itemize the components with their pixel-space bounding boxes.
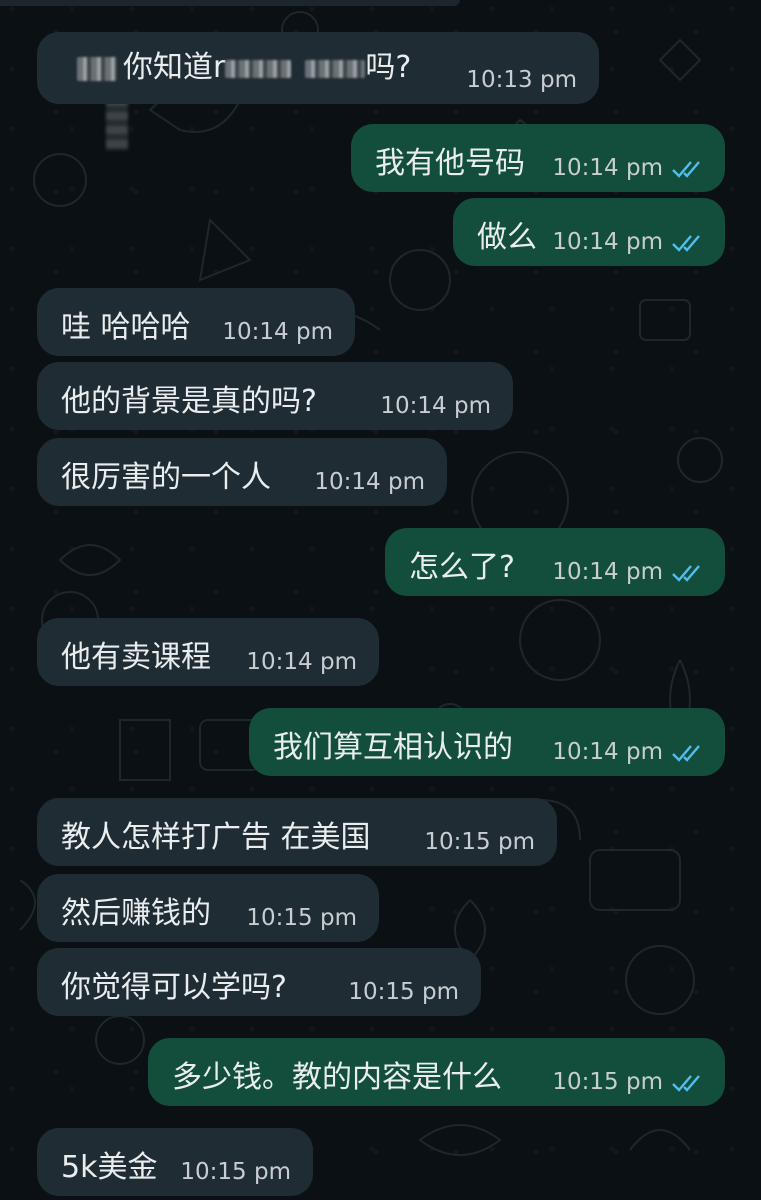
double-check-icon: [672, 160, 700, 178]
message-text: 哇 哈哈哈: [61, 310, 191, 345]
message-time: 10:14 pm: [314, 469, 425, 495]
message-time: 10:13 pm: [466, 67, 577, 93]
message-time: 10:15 pm: [180, 1159, 291, 1185]
incoming-message[interactable]: 5k美金 10:15 pm: [37, 1128, 313, 1196]
outgoing-message[interactable]: 多少钱。教的内容是什么 10:15 pm: [148, 1038, 725, 1106]
incoming-message[interactable]: 很厉害的一个人 10:14 pm: [37, 438, 447, 506]
message-time: 10:15 pm: [552, 1068, 705, 1096]
message-text: 他有卖课程: [61, 640, 211, 675]
redacted-fragment: [0, 0, 460, 6]
redacted-name: [225, 59, 292, 78]
message-text: 我有他号码: [375, 146, 525, 181]
outgoing-message[interactable]: 做么 10:14 pm: [453, 198, 725, 266]
message-time: 10:14 pm: [380, 393, 491, 419]
message-time: 10:14 pm: [552, 738, 705, 766]
outgoing-message[interactable]: 我有他号码 10:14 pm: [351, 124, 725, 192]
redacted-name: [77, 56, 117, 81]
incoming-message[interactable]: 教人怎样打广告 在美国 10:15 pm: [37, 798, 557, 866]
message-text: 教人怎样打广告 在美国: [61, 820, 371, 855]
message-text: 很厉害的一个人: [61, 460, 271, 495]
double-check-icon: [672, 1074, 700, 1092]
outgoing-message[interactable]: 我们算互相认识的 10:14 pm: [249, 708, 725, 776]
message-time: 10:14 pm: [552, 154, 705, 182]
message-text: 做么: [477, 220, 537, 255]
message-text: 我们算互相认识的: [273, 730, 513, 765]
double-check-icon: [672, 234, 700, 252]
message-text: 然后赚钱的: [61, 896, 211, 931]
incoming-message[interactable]: 然后赚钱的 10:15 pm: [37, 874, 379, 942]
incoming-message[interactable]: 你觉得可以学吗? 10:15 pm: [37, 948, 481, 1016]
outgoing-message[interactable]: 怎么了? 10:14 pm: [385, 528, 725, 596]
message-text: 他的背景是真的吗?: [61, 384, 317, 419]
message-time: 10:14 pm: [246, 649, 357, 675]
redacted-fragment: [106, 98, 128, 150]
incoming-message[interactable]: 他有卖课程 10:14 pm: [37, 618, 379, 686]
message-time: 10:15 pm: [246, 905, 357, 931]
incoming-message[interactable]: 他的背景是真的吗? 10:14 pm: [37, 362, 513, 430]
message-text: 多少钱。教的内容是什么: [172, 1060, 502, 1095]
incoming-message[interactable]: 哇 哈哈哈 10:14 pm: [37, 288, 355, 356]
double-check-icon: [672, 564, 700, 582]
chat-conversation[interactable]: 你知道r 吗? 10:13 pm 我有他号码 10:14 pm 做么 10:14 …: [0, 0, 761, 1200]
message-text: 你知道r 吗?: [77, 48, 411, 88]
message-time: 10:14 pm: [552, 228, 705, 256]
redacted-name: [305, 59, 366, 78]
message-time: 10:14 pm: [552, 558, 705, 586]
message-text: 你觉得可以学吗?: [61, 970, 287, 1005]
message-time: 10:15 pm: [424, 829, 535, 855]
incoming-message[interactable]: 你知道r 吗? 10:13 pm: [37, 32, 599, 104]
message-text: 5k美金: [61, 1150, 158, 1185]
double-check-icon: [672, 744, 700, 762]
message-text: 怎么了?: [409, 550, 515, 585]
message-time: 10:15 pm: [348, 979, 459, 1005]
message-time: 10:14 pm: [222, 319, 333, 345]
